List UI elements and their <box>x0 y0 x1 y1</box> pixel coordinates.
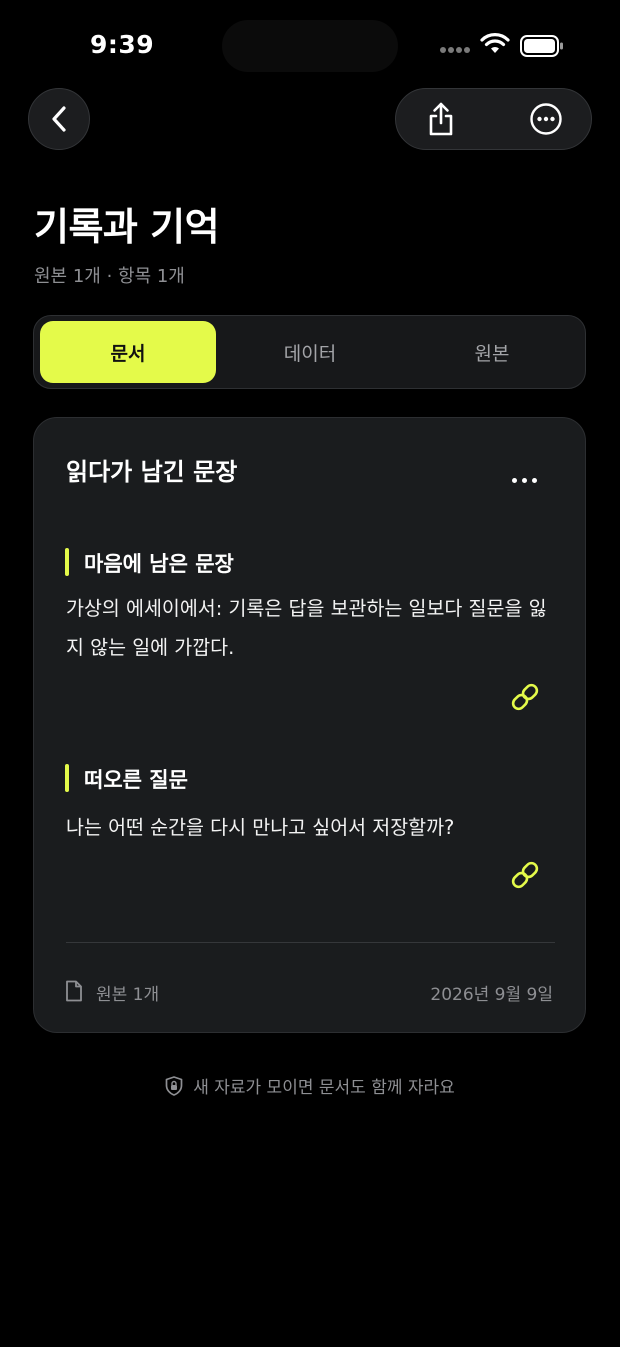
section-accent-bar <box>65 548 69 576</box>
document-icon <box>66 980 82 1002</box>
bottom-note: 새 자료가 모이면 문서도 함께 자라요 <box>0 1073 620 1098</box>
section-heading: 떠오른 질문 <box>84 768 188 792</box>
cellular-signal-icon <box>440 47 470 55</box>
link-icon <box>511 861 539 889</box>
dot-icon <box>521 477 527 483</box>
page-subtitle: 원본 1개 · 항목 1개 <box>34 266 185 287</box>
document-date: 2026년 9월 9일 <box>430 985 553 1005</box>
battery-icon <box>520 35 563 57</box>
more-options-button[interactable] <box>501 89 591 149</box>
dot-icon <box>511 477 517 483</box>
source-count: 원본 1개 <box>96 985 160 1005</box>
back-chevron-icon <box>52 106 66 132</box>
link-icon <box>511 683 539 711</box>
link-button[interactable] <box>508 858 542 892</box>
status-time: 9:39 <box>90 30 155 59</box>
status-bar: 9:39 <box>0 0 620 90</box>
share-button[interactable] <box>396 89 486 149</box>
card-title: 읽다가 남긴 문장 <box>66 458 238 486</box>
section-heading: 마음에 남은 문장 <box>84 552 234 576</box>
dot-icon <box>531 477 537 483</box>
section-accent-bar <box>65 764 69 792</box>
page-title: 기록과 기억 <box>34 205 220 249</box>
section-body: 가상의 에세이에서: 기록은 답을 보관하는 일보다 질문을 잃지 않는 일에 … <box>66 597 547 659</box>
tab-source[interactable]: 원본 <box>402 321 582 383</box>
back-button[interactable] <box>28 88 90 150</box>
bottom-note-text: 새 자료가 모이면 문서도 함께 자라요 <box>193 1078 455 1098</box>
wifi-icon <box>480 33 510 53</box>
document-card: 읽다가 남긴 문장 마음에 남은 문장 가상의 에세이에서: 기록은 답을 보관… <box>33 417 586 1033</box>
card-divider <box>66 942 555 943</box>
header-actions <box>395 88 592 150</box>
dynamic-island <box>222 20 398 72</box>
more-icon <box>530 103 562 135</box>
lock-shield-icon <box>165 1075 183 1096</box>
card-more-button[interactable] <box>504 468 544 492</box>
segmented-tabs: 문서 데이터 원본 <box>33 315 586 389</box>
share-icon <box>429 102 453 136</box>
tab-document[interactable]: 문서 <box>40 321 216 383</box>
section-body: 나는 어떤 순간을 다시 만나고 싶어서 저장할까? <box>66 816 455 839</box>
link-button[interactable] <box>508 680 542 714</box>
tab-data[interactable]: 데이터 <box>220 321 400 383</box>
